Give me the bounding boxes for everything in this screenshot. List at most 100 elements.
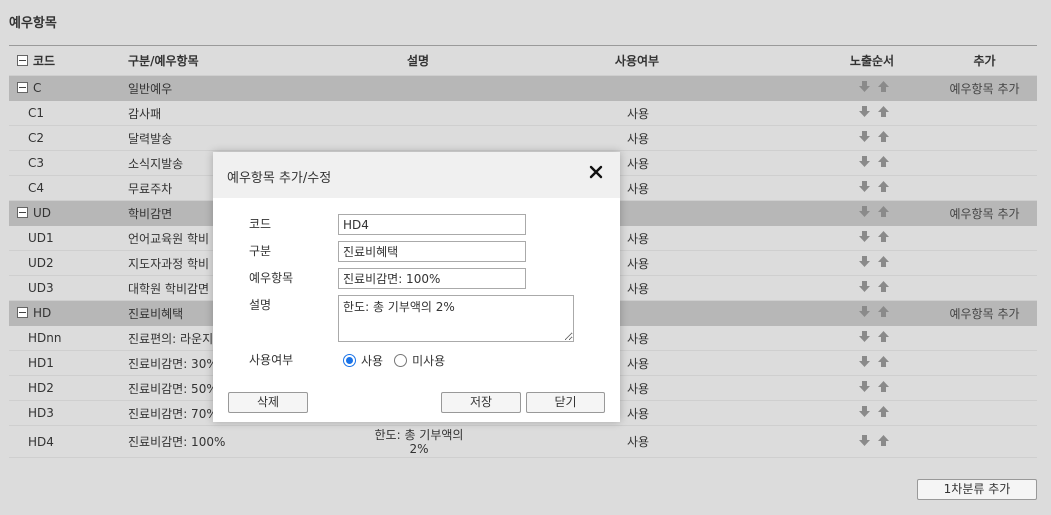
- move-up-icon[interactable]: [878, 206, 889, 217]
- category-field[interactable]: [338, 241, 526, 262]
- use-on-label[interactable]: 사용: [361, 352, 383, 369]
- add-item-link[interactable]: 예우항목 추가: [942, 80, 1027, 97]
- row-name: 대학원 학비감면: [128, 281, 210, 296]
- use-on-radio[interactable]: [343, 354, 356, 367]
- move-down-icon[interactable]: [859, 381, 870, 392]
- header-desc: 설명: [407, 54, 430, 68]
- row-code: C1: [28, 106, 45, 120]
- collapse-group-icon[interactable]: [17, 207, 28, 218]
- row-name: 진료비감면: 70%: [128, 406, 218, 421]
- move-down-icon[interactable]: [859, 206, 870, 217]
- row-code: HD4: [28, 434, 54, 449]
- row-name: 달력발송: [128, 131, 173, 146]
- order-controls: [849, 106, 899, 120]
- code-field[interactable]: [338, 214, 526, 235]
- row-code: C4: [28, 181, 45, 195]
- row-name: 진료편의: 라운지: [128, 331, 214, 346]
- code-label: 코드: [249, 217, 272, 231]
- row-code: C3: [28, 156, 45, 170]
- order-controls: [849, 181, 899, 195]
- row-code: UD1: [28, 231, 54, 245]
- category-label: 구분: [249, 244, 272, 258]
- move-up-icon[interactable]: [878, 331, 889, 342]
- row-name: 무료주차: [128, 181, 173, 196]
- move-up-icon[interactable]: [878, 356, 889, 367]
- row-use: 사용: [626, 156, 650, 171]
- move-down-icon[interactable]: [859, 231, 870, 242]
- order-controls: [849, 356, 899, 370]
- row-use: 사용: [626, 131, 650, 146]
- move-down-icon[interactable]: [859, 331, 870, 342]
- move-down-icon[interactable]: [859, 281, 870, 292]
- collapse-group-icon[interactable]: [17, 82, 28, 93]
- row-use: 사용: [626, 406, 650, 421]
- move-up-icon[interactable]: [878, 406, 889, 417]
- row-code: C: [17, 81, 41, 95]
- order-controls: [849, 231, 899, 245]
- move-down-icon[interactable]: [859, 406, 870, 417]
- use-off-radio[interactable]: [394, 354, 408, 367]
- move-up-icon[interactable]: [878, 81, 889, 92]
- header-order: 노출순서: [849, 54, 895, 68]
- row-name: 진료비감면: 100%: [128, 435, 226, 449]
- move-up-icon[interactable]: [878, 381, 889, 392]
- row-code: HD: [17, 306, 51, 320]
- close-icon[interactable]: [588, 164, 604, 180]
- collapse-all-icon[interactable]: [17, 55, 28, 66]
- move-up-icon[interactable]: [878, 281, 889, 292]
- move-up-icon[interactable]: [878, 434, 889, 446]
- move-down-icon[interactable]: [859, 306, 870, 317]
- row-name: 진료비감면: 30%: [128, 356, 218, 371]
- order-controls: [849, 81, 899, 95]
- move-down-icon[interactable]: [859, 356, 870, 367]
- table-header: 코드 구분/예우항목 설명 사용여부 노출순서 추가: [9, 46, 1037, 76]
- order-controls: [849, 206, 899, 220]
- move-up-icon[interactable]: [878, 306, 889, 317]
- row-use: 사용: [626, 281, 650, 296]
- use-off-label[interactable]: 미사용: [412, 352, 445, 369]
- move-down-icon[interactable]: [859, 181, 870, 192]
- header-code: 코드: [17, 52, 55, 69]
- modal-title: 예우항목 추가/수정: [227, 171, 332, 186]
- move-up-icon[interactable]: [878, 256, 889, 267]
- add-item-link[interactable]: 예우항목 추가: [942, 205, 1027, 222]
- row-code: HD1: [28, 356, 54, 370]
- table-row: C2 달력발송 사용: [9, 126, 1037, 151]
- move-up-icon[interactable]: [878, 106, 889, 117]
- move-up-icon[interactable]: [878, 181, 889, 192]
- row-desc: 한도: 총 기부액의 2%: [374, 427, 464, 456]
- move-down-icon[interactable]: [859, 131, 870, 142]
- row-code: HD3: [28, 406, 54, 420]
- desc-textarea[interactable]: 한도: 총 기부액의 2%: [338, 295, 574, 342]
- header-name: 구분/예우항목: [128, 54, 199, 68]
- move-down-icon[interactable]: [859, 156, 870, 167]
- order-controls: [849, 131, 899, 145]
- row-name: 감사패: [128, 106, 162, 121]
- row-name: 진료비감면: 50%: [128, 381, 218, 396]
- table-row: HD4 진료비감면: 100% 한도: 총 기부액의 2% 사용: [9, 426, 1037, 458]
- move-up-icon[interactable]: [878, 156, 889, 167]
- order-controls: [849, 306, 899, 320]
- row-code: UD3: [28, 281, 54, 295]
- add-category-button[interactable]: 1차분류 추가: [917, 479, 1037, 500]
- add-item-link[interactable]: 예우항목 추가: [942, 305, 1027, 322]
- move-down-icon[interactable]: [859, 81, 870, 92]
- row-code: HDnn: [28, 331, 62, 345]
- collapse-group-icon[interactable]: [17, 307, 28, 318]
- move-up-icon[interactable]: [878, 231, 889, 242]
- order-controls: [849, 381, 899, 395]
- row-use: 사용: [626, 435, 650, 449]
- row-use: 사용: [626, 256, 650, 271]
- delete-button[interactable]: 삭제: [228, 392, 308, 413]
- row-use: 사용: [626, 106, 650, 121]
- move-down-icon[interactable]: [859, 434, 870, 446]
- close-button[interactable]: 닫기: [526, 392, 605, 413]
- move-up-icon[interactable]: [878, 131, 889, 142]
- move-down-icon[interactable]: [859, 106, 870, 117]
- item-field[interactable]: [338, 268, 526, 289]
- save-button[interactable]: 저장: [441, 392, 521, 413]
- move-down-icon[interactable]: [859, 256, 870, 267]
- row-name: 학비감면: [128, 206, 173, 221]
- row-code: HD2: [28, 381, 54, 395]
- edit-item-modal: 예우항목 추가/수정 코드 구분 예우항목 설명 한도: 총 기부액의 2% 사…: [213, 152, 620, 422]
